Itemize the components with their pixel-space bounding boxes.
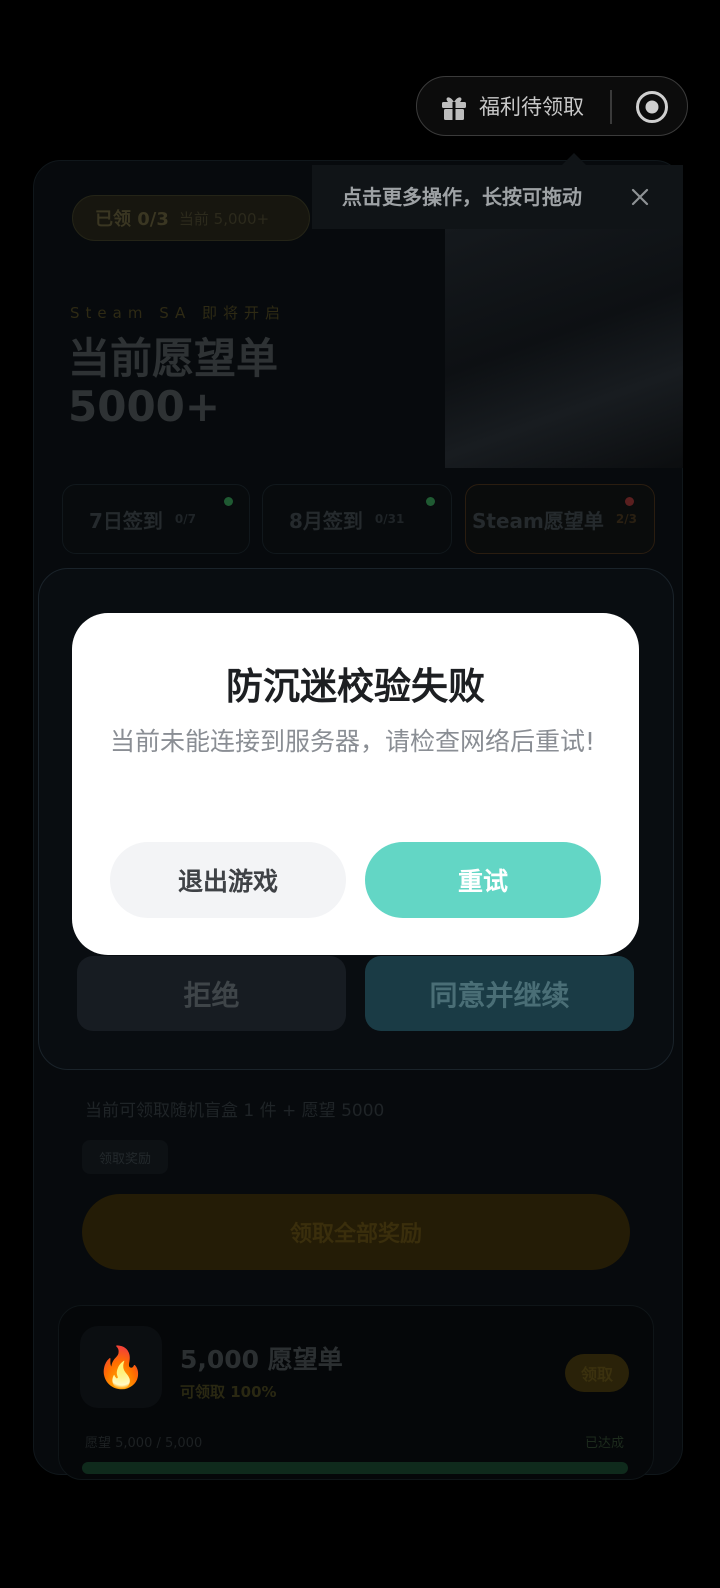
reward-title: 5,000 愿望单 — [180, 1345, 343, 1374]
status-dot — [224, 497, 233, 506]
tooltip-arrow — [562, 153, 586, 165]
record-icon[interactable] — [635, 90, 669, 124]
agree-continue-button[interactable]: 同意并继续 — [365, 956, 634, 1031]
tab-count: 0/31 — [374, 512, 405, 526]
close-icon[interactable] — [626, 183, 654, 211]
reject-button[interactable]: 拒绝 — [77, 956, 346, 1031]
capsule-divider — [610, 90, 612, 124]
tab-month-checkin[interactable]: 8月签到 0/31 — [262, 484, 452, 554]
welfare-capsule[interactable]: 福利待领取 — [416, 76, 688, 136]
claimed-badge: 已领 0/3 当前 5,000+ — [72, 195, 310, 241]
welfare-label: 福利待领取 — [479, 95, 584, 119]
status-dot — [426, 497, 435, 506]
claim-all-button[interactable]: 领取全部奖励 — [82, 1194, 630, 1270]
event-headline-line2: 5000+ — [68, 382, 221, 431]
tab-count: 0/7 — [174, 512, 197, 526]
reward-chip: 领取奖励 — [82, 1140, 168, 1174]
tab-label: 8月签到 — [289, 508, 363, 533]
tab-count: 2/3 — [615, 512, 637, 526]
hint-tooltip: 点击更多操作，长按可拖动 — [312, 165, 683, 229]
tab-label: Steam愿望单 — [472, 508, 604, 533]
gift-icon — [442, 97, 466, 120]
reward-description: 当前可领取随机盲盒 1 件 + 愿望 5000 — [85, 1101, 385, 1121]
exit-game-button[interactable]: 退出游戏 — [110, 842, 346, 918]
status-dot — [625, 497, 634, 506]
tab-7day-checkin[interactable]: 7日签到 0/7 — [62, 484, 250, 554]
reward-progress-status: 已达成 — [585, 1436, 625, 1451]
tooltip-text: 点击更多操作，长按可拖动 — [342, 185, 582, 209]
claimed-badge-sub: 当前 5,000+ — [178, 209, 270, 228]
dialog-message: 当前未能连接到服务器，请检查网络后重试! — [110, 727, 596, 756]
reward-claim-pill[interactable]: 领取 — [565, 1354, 629, 1392]
reward-progress-bar — [82, 1462, 628, 1474]
claimed-badge-text: 已领 0/3 — [95, 209, 169, 230]
event-artwork — [445, 228, 683, 468]
reward-subtitle: 可领取 100% — [180, 1383, 277, 1401]
tab-label: 7日签到 — [89, 508, 163, 533]
fire-icon: 🔥 — [80, 1326, 162, 1408]
dialog-title: 防沉迷校验失败 — [226, 665, 485, 708]
anti-addiction-dialog: 防沉迷校验失败 当前未能连接到服务器，请检查网络后重试! 退出游戏 重试 — [72, 613, 639, 955]
retry-button[interactable]: 重试 — [365, 842, 601, 918]
event-headline: 当前愿望单 5000+ — [68, 335, 278, 431]
event-kicker: Steam SA 即将开启 — [70, 304, 287, 322]
tab-steam-wishlist[interactable]: Steam愿望单 2/3 — [465, 484, 655, 554]
reward-progress-text: 愿望 5,000 / 5,000 — [85, 1436, 203, 1451]
event-headline-line1: 当前愿望单 — [68, 334, 279, 383]
